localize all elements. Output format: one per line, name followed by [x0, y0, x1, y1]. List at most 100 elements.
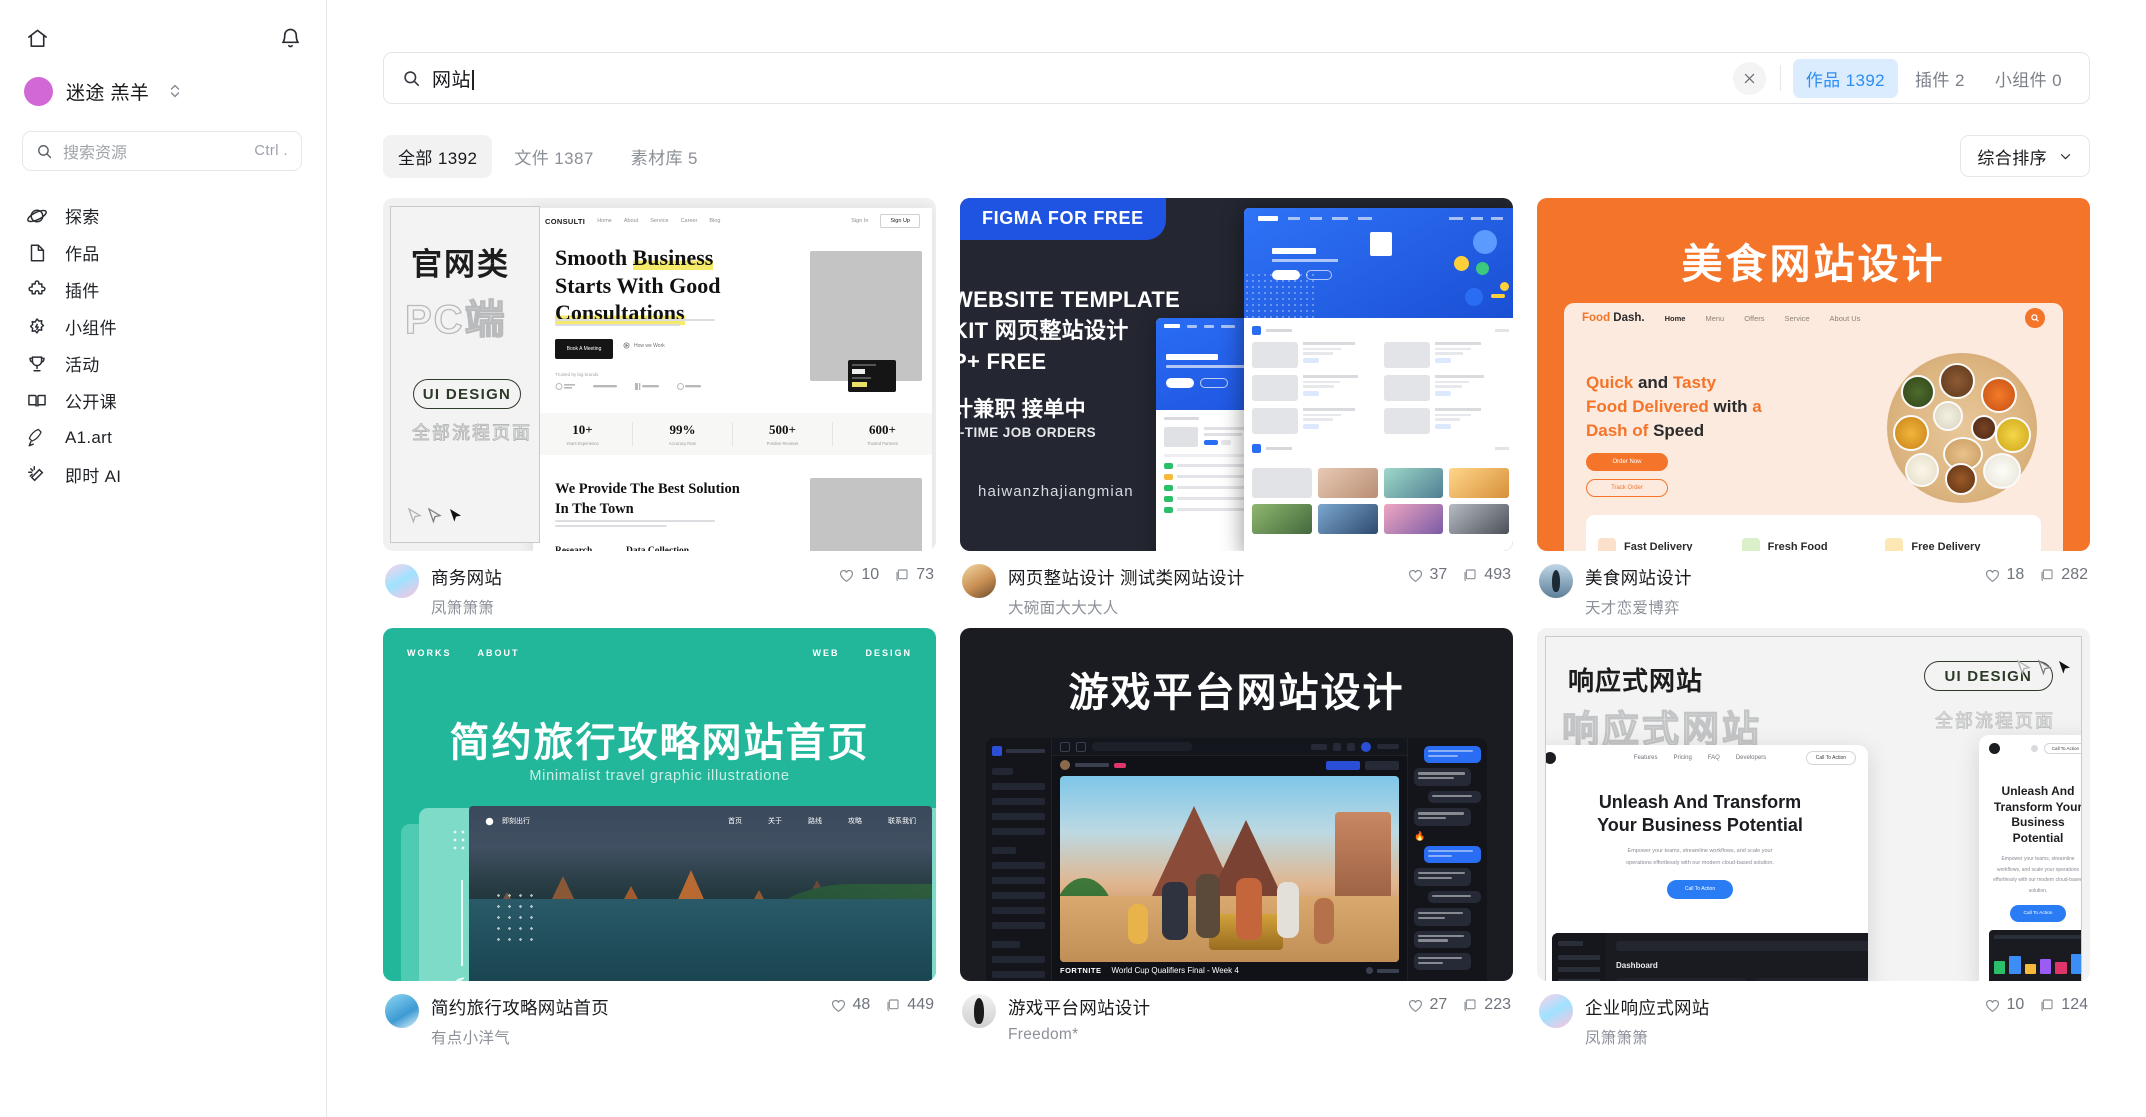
scope-chip-works[interactable]: 作品 1392 — [1792, 58, 1899, 98]
copies-stat[interactable]: 493 — [1462, 566, 1511, 584]
thumb-app-preview: FORTNITE World Cup Qualifiers Final - We… — [986, 738, 1487, 981]
card-title[interactable]: 商务网站 — [431, 565, 828, 590]
card-thumbnail[interactable]: 游戏平台网站设计 FORTNITE World Cup Qualifiers F… — [960, 628, 1513, 981]
card-stats: 10 124 — [1984, 994, 2088, 1014]
preview-nav-link: About Us — [1829, 313, 1861, 323]
search-bar[interactable]: 网站 作品 1392 插件 2 小组件 0 — [383, 52, 2090, 104]
card-thumbnail[interactable]: 美食网站设计 Food Dash. Home Menu Offers Servi… — [1537, 198, 2090, 551]
card-meta: 美食网站设计 天才恋爱博弈 18 282 — [1537, 551, 2090, 618]
result-card[interactable]: 美食网站设计 Food Dash. Home Menu Offers Servi… — [1537, 198, 2090, 618]
author-avatar[interactable] — [385, 564, 419, 598]
author-avatar[interactable] — [962, 564, 996, 598]
card-author[interactable]: Freedom* — [1008, 1026, 1397, 1044]
preview-footer: FORTNITE World Cup Qualifiers Final - We… — [1060, 966, 1399, 975]
headline-line: Unleash And Transform — [1598, 792, 1802, 812]
sidebar-item-explore[interactable]: 探索 — [0, 197, 326, 234]
main-content: 网站 作品 1392 插件 2 小组件 0 全部 1392 文件 1387 素材… — [327, 0, 2146, 1117]
card-author[interactable]: 天才恋爱博弈 — [1585, 596, 1974, 618]
preview-feature: Fast Delivery — [1598, 538, 1742, 551]
stat-value: 600+ — [869, 422, 896, 437]
card-title[interactable]: 简约旅行攻略网站首页 — [431, 995, 820, 1020]
headline-part: Smooth — [555, 245, 633, 270]
headline-line: KIT 网页整站设计 — [960, 318, 1129, 344]
like-stat[interactable]: 10 — [1984, 996, 2024, 1014]
like-stat[interactable]: 37 — [1407, 566, 1447, 584]
copies-stat[interactable]: 124 — [2039, 996, 2088, 1014]
scope-chip-plugins[interactable]: 插件 2 — [1902, 59, 1978, 98]
result-card[interactable]: 游戏平台网站设计 FORTNITE World Cup Qualifiers F… — [960, 628, 1513, 1048]
filter-tab-all[interactable]: 全部 1392 — [383, 134, 493, 178]
copies-icon — [2041, 999, 2053, 1011]
result-card[interactable]: WORKS ABOUT WEB DESIGN 简约旅行攻略网站首页 Minima… — [383, 628, 936, 1048]
card-title[interactable]: 企业响应式网站 — [1585, 995, 1974, 1020]
clear-search-button[interactable] — [1732, 61, 1766, 95]
card-title[interactable]: 网页整站设计 测试类网站设计 — [1008, 565, 1397, 590]
preview-nav-links: 首页 关于 路线 攻略 联系我们 — [728, 816, 916, 826]
card-text-block: 网页整站设计 测试类网站设计 大碗面大大大人 — [1008, 564, 1397, 618]
filter-tab-library[interactable]: 素材库 5 — [616, 135, 713, 178]
card-stats: 27 223 — [1407, 994, 1511, 1014]
filter-tab-files[interactable]: 文件 1387 — [499, 135, 608, 178]
author-avatar[interactable] — [962, 994, 996, 1028]
card-author[interactable]: 凤箫箫箫 — [1585, 1026, 1974, 1048]
sidebar-item-courses[interactable]: 公开课 — [0, 382, 326, 419]
author-avatar[interactable] — [385, 994, 419, 1028]
sidebar-item-widgets[interactable]: 小组件 — [0, 308, 326, 345]
heart-icon — [831, 999, 845, 1012]
vertical-rule — [461, 880, 463, 966]
result-card[interactable]: FIGMA FOR FREE WEBSITE TEMPLATE KIT 网页整站… — [960, 198, 1513, 618]
headline-part: a — [1752, 397, 1762, 417]
sidebar-item-works[interactable]: 作品 — [0, 234, 326, 271]
sidebar-search-input[interactable]: 搜索资源 Ctrl . — [22, 131, 302, 171]
sidebar-item-plugins[interactable]: 插件 — [0, 271, 326, 308]
stat-label: Years Experience — [566, 441, 599, 446]
like-stat[interactable]: 48 — [830, 996, 870, 1014]
like-stat[interactable]: 10 — [838, 566, 879, 584]
result-card[interactable]: 响应式网站 UI DESIGN 响应式网站 全部流程页面 Features Pr… — [1537, 628, 2090, 1048]
cover-ghost-subtitle: 全部流程页面 — [1935, 711, 2055, 732]
scope-chip-widgets[interactable]: 小组件 0 — [1982, 59, 2075, 98]
copies-stat[interactable]: 223 — [1462, 996, 1511, 1014]
thumb-preview-large — [1244, 208, 1513, 551]
cta-label: Call To Action — [2023, 911, 2053, 917]
sidebar-item-activity[interactable]: 活动 — [0, 345, 326, 382]
card-thumbnail[interactable]: WORKS ABOUT WEB DESIGN 简约旅行攻略网站首页 Minima… — [383, 628, 936, 981]
card-thumbnail[interactable]: 响应式网站 UI DESIGN 响应式网站 全部流程页面 Features Pr… — [1537, 628, 2090, 981]
card-author[interactable]: 大碗面大大大人 — [1008, 596, 1397, 618]
card-author[interactable]: 凤箫箫箫 — [431, 596, 828, 618]
preview-hero — [1244, 208, 1513, 318]
trophy-icon — [26, 353, 48, 375]
nav-link: DESIGN — [865, 648, 912, 658]
home-icon[interactable] — [26, 27, 49, 50]
sidebar-item-instant-ai[interactable]: 即时 AI — [0, 456, 326, 493]
copies-count: 124 — [2061, 996, 2088, 1013]
card-thumbnail[interactable]: CONSULTI Home About Service Career Blog … — [383, 198, 936, 551]
copies-stat[interactable]: 449 — [885, 996, 934, 1014]
sidebar-item-label: 作品 — [65, 245, 100, 264]
sidebar-item-a1art[interactable]: A1.art — [0, 419, 326, 456]
bell-icon[interactable] — [279, 27, 302, 50]
preview-paragraph-2 — [555, 520, 715, 530]
preview-nav-link: Offers — [1744, 313, 1765, 323]
card-title[interactable]: 游戏平台网站设计 — [1008, 995, 1397, 1020]
like-stat[interactable]: 18 — [1984, 566, 2024, 584]
author-avatar[interactable] — [1539, 994, 1573, 1028]
sort-dropdown[interactable]: 综合排序 — [1960, 135, 2090, 177]
preview-paragraph — [555, 319, 715, 329]
card-author[interactable]: 有点小洋气 — [431, 1026, 820, 1048]
card-text-block: 企业响应式网站 凤箫箫箫 — [1585, 994, 1974, 1048]
copies-stat[interactable]: 282 — [2039, 566, 2088, 584]
mobile-headline: Unleash And Transform Your Business Pote… — [1993, 784, 2082, 845]
like-stat[interactable]: 27 — [1407, 996, 1447, 1014]
card-thumbnail[interactable]: FIGMA FOR FREE WEBSITE TEMPLATE KIT 网页整站… — [960, 198, 1513, 551]
search-input[interactable]: 网站 — [432, 65, 474, 92]
result-card[interactable]: CONSULTI Home About Service Career Blog … — [383, 198, 936, 618]
copies-stat[interactable]: 73 — [894, 566, 934, 584]
card-title[interactable]: 美食网站设计 — [1585, 565, 1974, 590]
author-avatar[interactable] — [1539, 564, 1573, 598]
user-switcher[interactable]: 迷途 羔羊 — [0, 68, 326, 114]
copies-icon — [896, 569, 908, 581]
headline-part: Speed — [1648, 421, 1705, 441]
preview-brand-logos — [555, 383, 701, 390]
preview-nav-link: Home — [1664, 313, 1686, 323]
